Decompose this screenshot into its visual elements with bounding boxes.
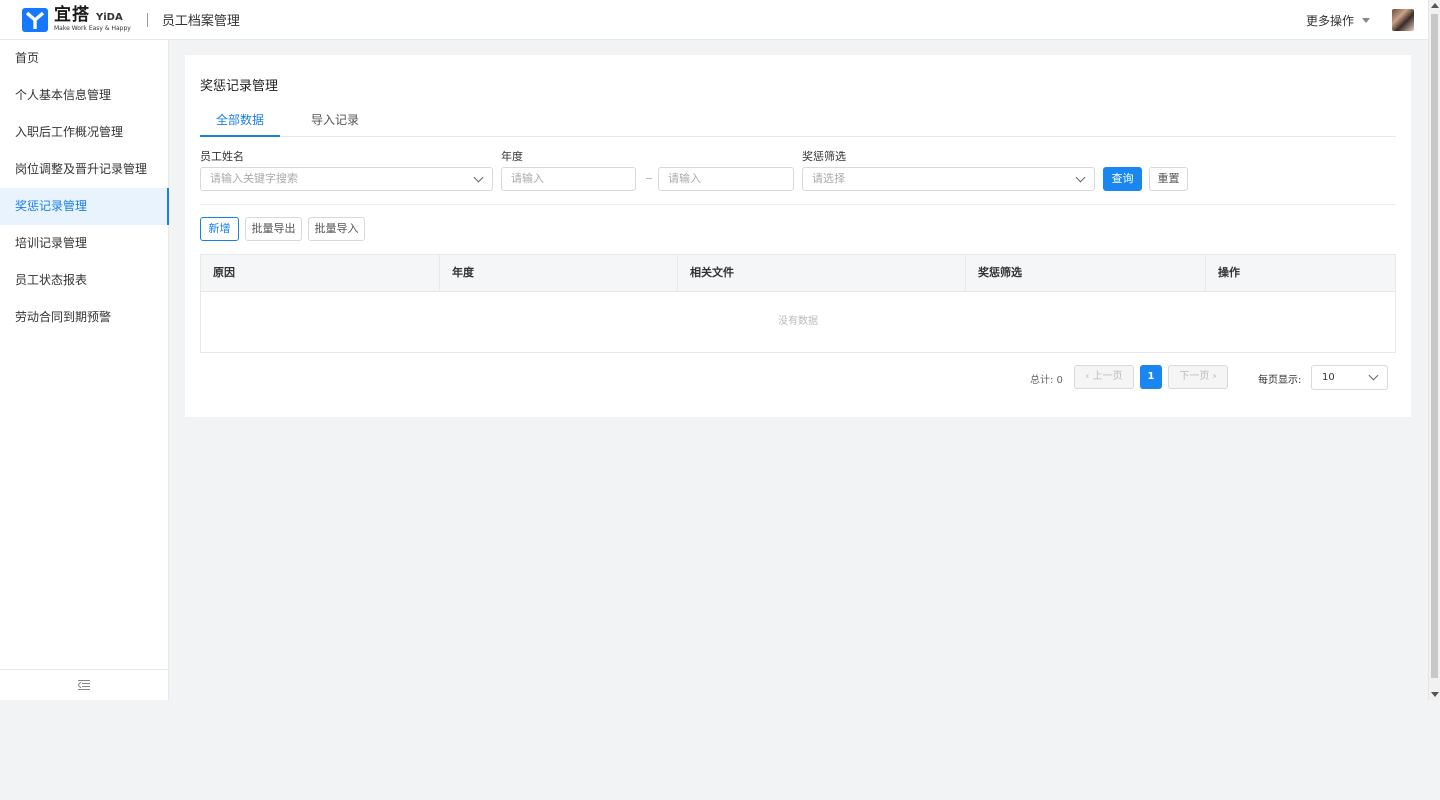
- header-divider: [146, 12, 148, 27]
- collapse-menu-icon: [78, 680, 90, 690]
- scroll-thumb[interactable]: [1431, 14, 1438, 678]
- empty-state: 没有数据: [778, 316, 818, 327]
- main-card: 奖惩记录管理 全部数据 导入记录 员工姓名 请输入关键字搜索 年度 请输入 请输…: [185, 55, 1411, 417]
- sidebar-item-label: 劳动合同到期预警: [15, 310, 112, 324]
- more-ops-label: 更多操作: [1305, 13, 1354, 28]
- prev-page-label: 上一页: [1092, 371, 1123, 382]
- employee-name-placeholder: 请输入关键字搜索: [210, 172, 298, 185]
- tab-import-records[interactable]: 导入记录: [290, 111, 380, 137]
- user-avatar[interactable]: [1392, 9, 1414, 31]
- page-title: 奖惩记录管理: [200, 79, 279, 94]
- tab-all-data[interactable]: 全部数据: [200, 111, 280, 137]
- column-header-reason[interactable]: 原因: [201, 255, 440, 291]
- chevron-down-icon: [1075, 172, 1086, 183]
- tab-label: 全部数据: [215, 113, 264, 127]
- sidebar-item-home[interactable]: 首页: [0, 40, 168, 77]
- column-header-actions[interactable]: 操作: [1206, 255, 1395, 291]
- sidebar-item-label: 首页: [15, 51, 40, 65]
- scroll-down-icon[interactable]: [1431, 692, 1439, 697]
- query-button[interactable]: 查询: [1103, 167, 1142, 191]
- per-page-label: 每页显示:: [1258, 375, 1302, 386]
- yida-logo[interactable]: 宜搭 YiDA Make Work Easy & Happy: [22, 7, 131, 33]
- sidebar-item-label: 员工状态报表: [15, 273, 88, 287]
- sidebar-item-label: 入职后工作概况管理: [15, 125, 124, 139]
- sidebar: 首页 个人基本信息管理 入职后工作概况管理 岗位调整及晋升记录管理 奖惩记录管理…: [0, 40, 169, 700]
- column-header-files[interactable]: 相关文件: [678, 255, 966, 291]
- table-header: 原因 年度 相关文件 奖惩筛选 操作: [201, 255, 1395, 292]
- sidebar-item-training[interactable]: 培训记录管理: [0, 225, 168, 262]
- logo-cn-text: 宜搭: [54, 5, 90, 25]
- sidebar-item-label: 个人基本信息管理: [15, 88, 112, 102]
- sidebar-item-position-change[interactable]: 岗位调整及晋升记录管理: [0, 151, 168, 188]
- more-ops-dropdown[interactable]: 更多操作: [1306, 12, 1370, 29]
- reset-button[interactable]: 重置: [1149, 167, 1188, 191]
- prev-page-button[interactable]: ‹ 上一页: [1074, 365, 1134, 389]
- scroll-up-icon[interactable]: [1431, 3, 1439, 8]
- app-title: 员工档案管理: [161, 14, 240, 29]
- page-scrollbar[interactable]: [1428, 0, 1440, 700]
- batch-import-button[interactable]: 批量导入: [308, 217, 365, 241]
- total-count: 总计: 0: [1030, 375, 1063, 386]
- range-separator: [646, 178, 652, 179]
- chevron-down-icon: [1368, 370, 1379, 381]
- tab-label: 导入记录: [310, 113, 359, 127]
- year-from-input[interactable]: 请输入: [501, 167, 636, 191]
- records-table: 原因 年度 相关文件 奖惩筛选 操作 没有数据: [200, 254, 1396, 353]
- reward-filter-placeholder: 请选择: [812, 172, 845, 185]
- next-page-label: 下一页: [1179, 371, 1210, 382]
- top-bar: 宜搭 YiDA Make Work Easy & Happy 员工档案管理 更多操…: [0, 0, 1428, 40]
- next-page-button[interactable]: 下一页 ›: [1168, 365, 1228, 389]
- caret-down-icon: [1362, 17, 1370, 23]
- chevron-right-icon: ›: [1209, 371, 1217, 382]
- per-page-select[interactable]: 10: [1311, 365, 1388, 390]
- sidebar-item-label: 岗位调整及晋升记录管理: [15, 162, 148, 176]
- logo-en-text: YiDA: [96, 12, 123, 23]
- year-to-input[interactable]: 请输入: [658, 167, 794, 191]
- tab-bar: 全部数据 导入记录: [200, 111, 1396, 137]
- page-number-current[interactable]: 1: [1140, 365, 1162, 389]
- logo-slogan: Make Work Easy & Happy: [54, 25, 131, 32]
- year-label: 年度: [501, 150, 523, 163]
- sidebar-item-reward-punish[interactable]: 奖惩记录管理: [0, 188, 169, 225]
- section-divider: [200, 204, 1396, 205]
- sidebar-item-personal-info[interactable]: 个人基本信息管理: [0, 77, 168, 114]
- column-header-year[interactable]: 年度: [440, 255, 678, 291]
- sidebar-item-label: 奖惩记录管理: [15, 199, 88, 213]
- sidebar-item-status-report[interactable]: 员工状态报表: [0, 262, 168, 299]
- sidebar-collapse-button[interactable]: [0, 669, 168, 700]
- reward-filter-label: 奖惩筛选: [802, 150, 846, 163]
- employee-name-select[interactable]: 请输入关键字搜索: [200, 167, 493, 191]
- column-header-reward[interactable]: 奖惩筛选: [966, 255, 1206, 291]
- sidebar-item-contract-alert[interactable]: 劳动合同到期预警: [0, 299, 168, 336]
- year-from-placeholder: 请输入: [511, 172, 544, 185]
- per-page-value: 10: [1322, 372, 1335, 383]
- sidebar-item-label: 培训记录管理: [15, 236, 88, 250]
- batch-export-button[interactable]: 批量导出: [245, 217, 302, 241]
- yida-logo-icon: [22, 7, 48, 33]
- employee-name-label: 员工姓名: [200, 150, 244, 163]
- year-to-placeholder: 请输入: [668, 172, 701, 185]
- chevron-down-icon: [473, 172, 484, 183]
- sidebar-item-work-overview[interactable]: 入职后工作概况管理: [0, 114, 168, 151]
- chevron-left-icon: ‹: [1085, 371, 1093, 382]
- add-button[interactable]: 新增: [200, 217, 239, 241]
- reward-filter-select[interactable]: 请选择: [802, 167, 1095, 191]
